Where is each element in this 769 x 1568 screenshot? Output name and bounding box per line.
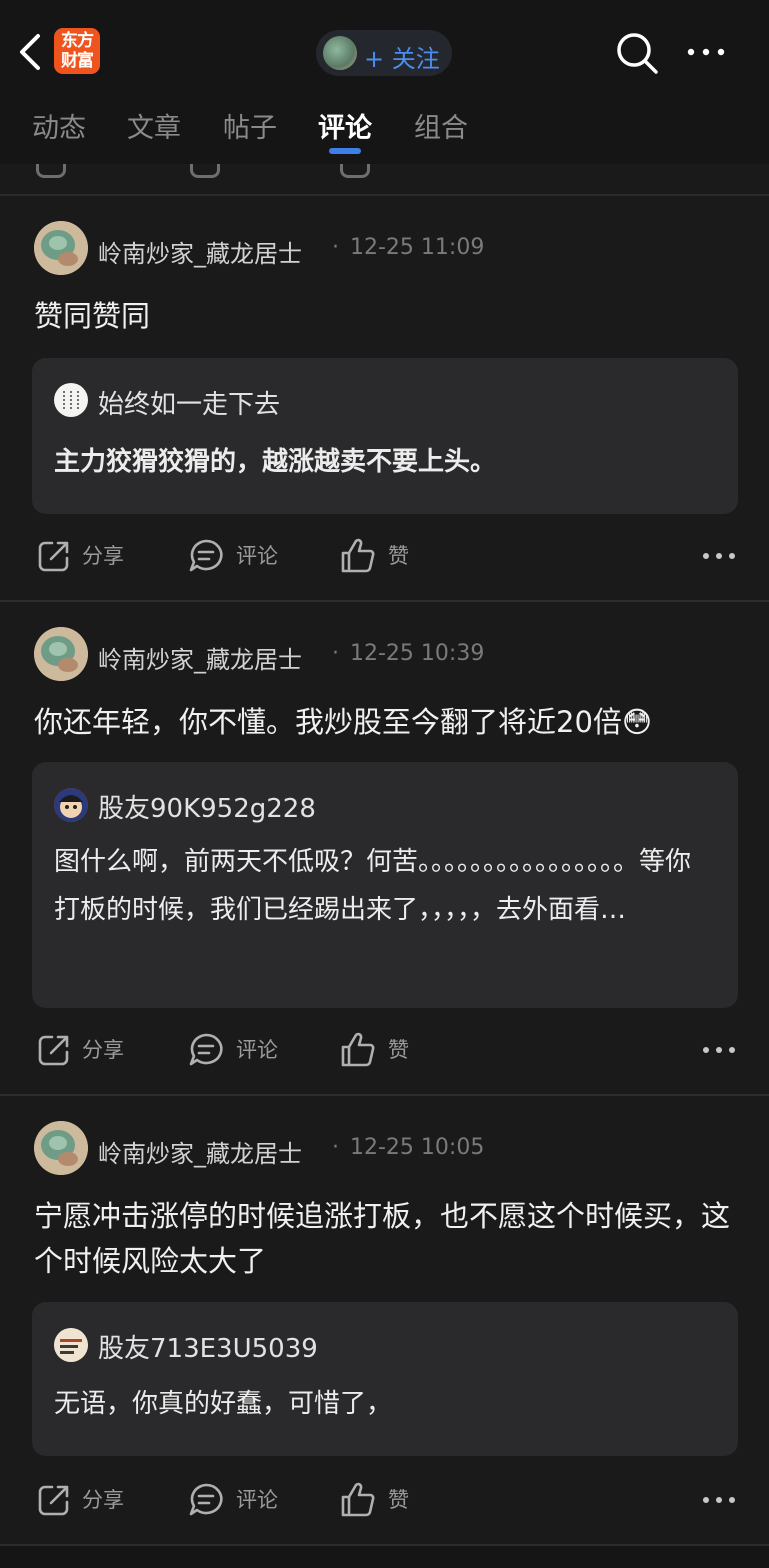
top-bar: 东方 财富 + 关注 bbox=[0, 0, 769, 96]
action-bar: 分享 评论 赞 bbox=[0, 526, 769, 586]
comment-body: 你还年轻，你不懂。我炒股至今翻了将近20倍😳 bbox=[34, 705, 653, 739]
comment-button[interactable]: 评论 bbox=[188, 1032, 288, 1068]
separator-dot: · bbox=[332, 641, 339, 666]
more-icon[interactable] bbox=[702, 1046, 736, 1054]
share-button[interactable]: 分享 bbox=[36, 1482, 136, 1518]
like-button[interactable]: 赞 bbox=[340, 1032, 420, 1068]
quoted-user[interactable]: 股友90K952g228 bbox=[98, 788, 316, 825]
action-bar: 分享 评论 赞 bbox=[0, 1470, 769, 1530]
avatar bbox=[54, 1328, 88, 1362]
separator-dot: · bbox=[332, 235, 339, 260]
quoted-comment[interactable]: 始终如一走下去 主力狡猾狡猾的，越涨越卖不要上头。 bbox=[32, 358, 738, 514]
quoted-user[interactable]: 股友713E3U5039 bbox=[98, 1328, 318, 1365]
like-button[interactable]: 赞 bbox=[340, 538, 420, 574]
comment-post: 岭南炒家_藏龙居士 · 12-25 10:39 你还年轻，你不懂。我炒股至今翻了… bbox=[0, 602, 769, 1096]
post-time: 12-25 11:09 bbox=[350, 235, 485, 260]
comment-icon bbox=[189, 1483, 223, 1516]
quoted-text: 图什么啊，前两天不低吸？何苦。。。。。。。。。。。。。。。。等你打板的时候，我们… bbox=[54, 847, 692, 925]
avatar[interactable] bbox=[34, 221, 88, 275]
share-button[interactable]: 分享 bbox=[36, 538, 136, 574]
author-name[interactable]: 岭南炒家_藏龙居士 bbox=[98, 640, 302, 675]
comment-icon bbox=[189, 539, 223, 572]
follow-label: + 关注 bbox=[364, 45, 440, 73]
quoted-comment[interactable]: 股友90K952g228 图什么啊，前两天不低吸？何苦。。。。。。。。。。。。。… bbox=[32, 762, 738, 1008]
avatar[interactable] bbox=[34, 627, 88, 681]
active-tab-indicator bbox=[329, 148, 361, 154]
tab-dynamics[interactable]: 动态 bbox=[32, 106, 86, 145]
share-icon bbox=[38, 1035, 69, 1066]
avatar bbox=[54, 383, 88, 417]
post-time: 12-25 10:05 bbox=[350, 1135, 485, 1160]
author-name[interactable]: 岭南炒家_藏龙居士 bbox=[98, 234, 302, 269]
previous-post-fragment bbox=[0, 164, 769, 196]
comment-body: 宁愿冲击涨停的时候追涨打板，也不愿这个时候买，这个时候风险太大了 bbox=[34, 1199, 731, 1278]
comment-button[interactable]: 评论 bbox=[188, 538, 288, 574]
comment-body: 赞同赞同 bbox=[34, 299, 151, 333]
avatar[interactable] bbox=[34, 1121, 88, 1175]
avatar bbox=[54, 788, 88, 822]
action-bar: 分享 评论 赞 bbox=[0, 1020, 769, 1080]
share-icon bbox=[38, 1485, 69, 1516]
tab-articles[interactable]: 文章 bbox=[127, 106, 181, 145]
tab-posts[interactable]: 帖子 bbox=[223, 106, 277, 145]
comment-icon bbox=[189, 1033, 223, 1066]
post-time: 12-25 10:39 bbox=[350, 641, 485, 666]
comment-post: 岭南炒家_藏龙居士 · 12-25 10:05 宁愿冲击涨停的时候追涨打板，也不… bbox=[0, 1096, 769, 1546]
tab-comments[interactable]: 评论 bbox=[318, 106, 372, 145]
quoted-comment[interactable]: 股友713E3U5039 无语，你真的好蠢，可惜了， bbox=[32, 1302, 738, 1456]
back-arrow-icon[interactable] bbox=[14, 30, 50, 74]
comment-button[interactable]: 评论 bbox=[188, 1482, 288, 1518]
follow-button[interactable]: + 关注 bbox=[316, 30, 452, 76]
share-button[interactable]: 分享 bbox=[36, 1032, 136, 1068]
thumbs-up-icon bbox=[341, 538, 375, 573]
tab-bar: 动态 文章 帖子 评论 组合 bbox=[0, 96, 769, 164]
quoted-text: 主力狡猾狡猾的，越涨越卖不要上头。 bbox=[54, 447, 497, 477]
thumbs-up-icon bbox=[341, 1032, 375, 1067]
flushed-face-emoji: 😳 bbox=[621, 705, 653, 739]
author-name[interactable]: 岭南炒家_藏龙居士 bbox=[98, 1134, 302, 1169]
more-icon[interactable] bbox=[702, 552, 736, 560]
thumbs-up-icon bbox=[341, 1482, 375, 1517]
quoted-text: 无语，你真的好蠢，可惜了， bbox=[54, 1389, 393, 1419]
avatar bbox=[323, 36, 357, 70]
share-icon bbox=[38, 541, 69, 572]
search-icon[interactable] bbox=[614, 30, 660, 76]
quoted-user[interactable]: 始终如一走下去 bbox=[98, 384, 280, 421]
separator-dot: · bbox=[332, 1135, 339, 1160]
more-icon[interactable] bbox=[686, 40, 726, 64]
more-icon[interactable] bbox=[702, 1496, 736, 1504]
app-logo: 东方 财富 bbox=[54, 28, 100, 74]
tab-portfolio[interactable]: 组合 bbox=[414, 106, 468, 145]
like-button[interactable]: 赞 bbox=[340, 1482, 420, 1518]
comment-post: 岭南炒家_藏龙居士 · 12-25 11:09 赞同赞同 始终如一走下去 主力狡… bbox=[0, 196, 769, 602]
